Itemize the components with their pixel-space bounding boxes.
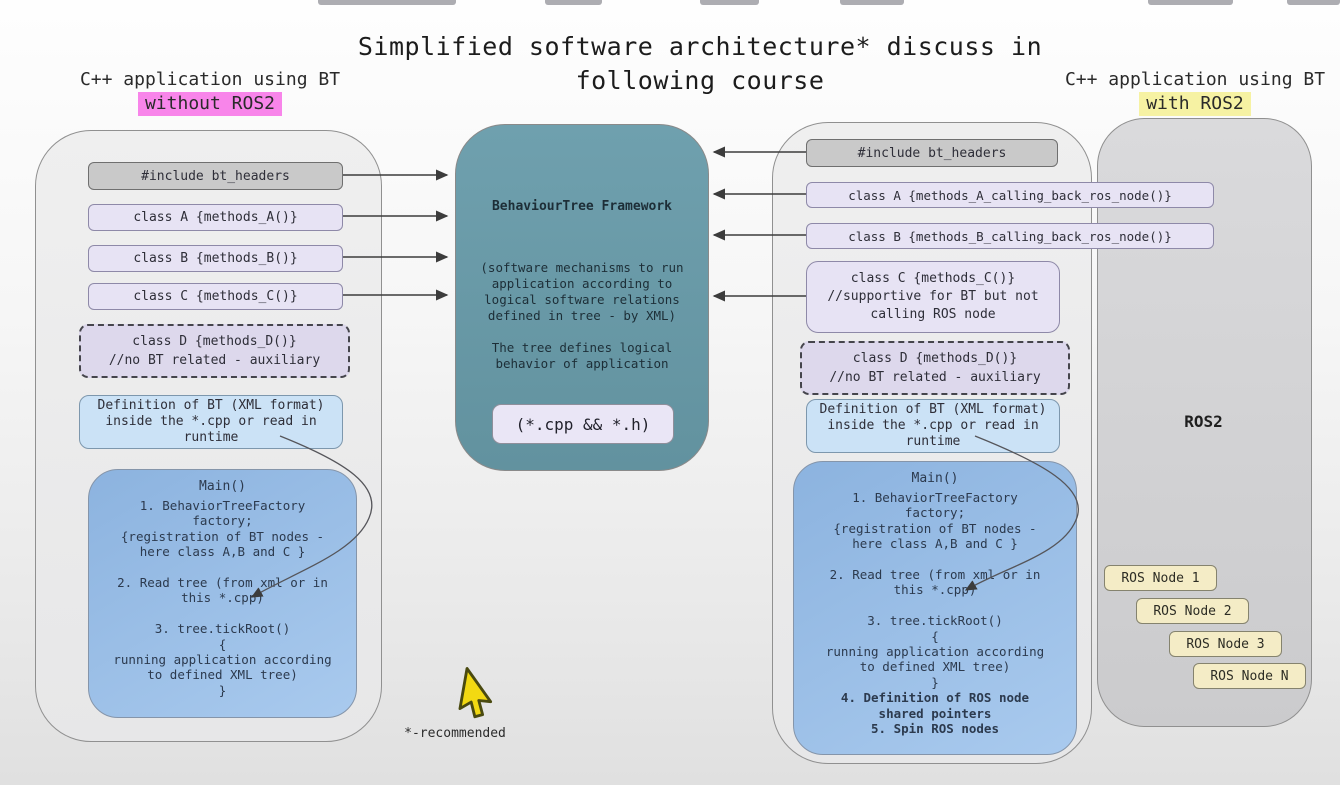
left-main-title: Main()	[89, 470, 356, 494]
right-class-c-box: class C {methods_C()} //supportive for B…	[806, 261, 1060, 333]
top-edge-artifact	[700, 0, 759, 5]
ros-node-1: ROS Node 1	[1104, 565, 1217, 591]
right-class-b-box: class B {methods_B_calling_back_ros_node…	[806, 223, 1214, 249]
right-class-d-box: class D {methods_D()} //no BT related - …	[800, 341, 1070, 395]
right-class-a-box: class A {methods_A_calling_back_ros_node…	[806, 182, 1214, 208]
framework-description: (software mechanisms to run application …	[456, 260, 708, 324]
left-main-body: 1. BehaviorTreeFactory factory; {registr…	[89, 498, 356, 698]
ros2-title: ROS2	[1097, 412, 1310, 431]
right-include-box: #include bt_headers	[806, 139, 1058, 167]
framework-files-box: (*.cpp && *.h)	[492, 404, 674, 444]
top-edge-artifact	[840, 0, 904, 5]
right-main-body: 1. BehaviorTreeFactory factory; {registr…	[794, 490, 1076, 690]
left-column-header: C++ application using BT without ROS2	[55, 68, 365, 116]
ros-node-2: ROS Node 2	[1136, 598, 1249, 624]
top-edge-artifact	[545, 0, 602, 5]
left-column-header-text: C++ application using BT	[55, 68, 365, 92]
top-edge-artifact	[1148, 0, 1233, 5]
right-main-body-ros-steps: 4. Definition of ROS node shared pointer…	[794, 690, 1076, 736]
recommended-footnote: *-recommended	[355, 726, 555, 741]
left-bt-definition-box: Definition of BT (XML format) inside the…	[79, 395, 343, 449]
left-column-header-highlight: without ROS2	[138, 92, 282, 116]
left-class-a-box: class A {methods_A()}	[88, 204, 343, 231]
right-main-title: Main()	[794, 462, 1076, 486]
page-title-line1: Simplified software architecture* discus…	[300, 30, 1100, 64]
page-title: Simplified software architecture* discus…	[300, 30, 1100, 98]
left-include-box: #include bt_headers	[88, 162, 343, 190]
ros-node-3: ROS Node 3	[1169, 631, 1282, 657]
framework-description-2: The tree defines logical behavior of app…	[456, 340, 708, 372]
diagram-canvas: Simplified software architecture* discus…	[0, 0, 1340, 785]
right-main-box: Main() 1. BehaviorTreeFactory factory; {…	[793, 461, 1077, 755]
left-class-c-box: class C {methods_C()}	[88, 283, 343, 310]
mouse-cursor-icon	[452, 665, 505, 726]
right-column-header: C++ application using BT with ROS2	[1050, 68, 1340, 116]
right-column-header-text: C++ application using BT	[1050, 68, 1340, 92]
page-title-line2: following course	[300, 64, 1100, 98]
right-bt-definition-box: Definition of BT (XML format) inside the…	[806, 399, 1060, 453]
framework-title: BehaviourTree Framework	[456, 199, 708, 214]
left-class-b-box: class B {methods_B()}	[88, 245, 343, 272]
top-edge-artifact	[1287, 0, 1340, 5]
ros-node-n: ROS Node N	[1193, 663, 1306, 689]
left-main-box: Main() 1. BehaviorTreeFactory factory; {…	[88, 469, 357, 718]
left-class-d-box: class D {methods_D()} //no BT related - …	[79, 324, 350, 378]
framework-box: BehaviourTree Framework (software mechan…	[455, 124, 709, 471]
right-column-header-highlight: with ROS2	[1139, 92, 1251, 116]
top-edge-artifact	[318, 0, 456, 5]
